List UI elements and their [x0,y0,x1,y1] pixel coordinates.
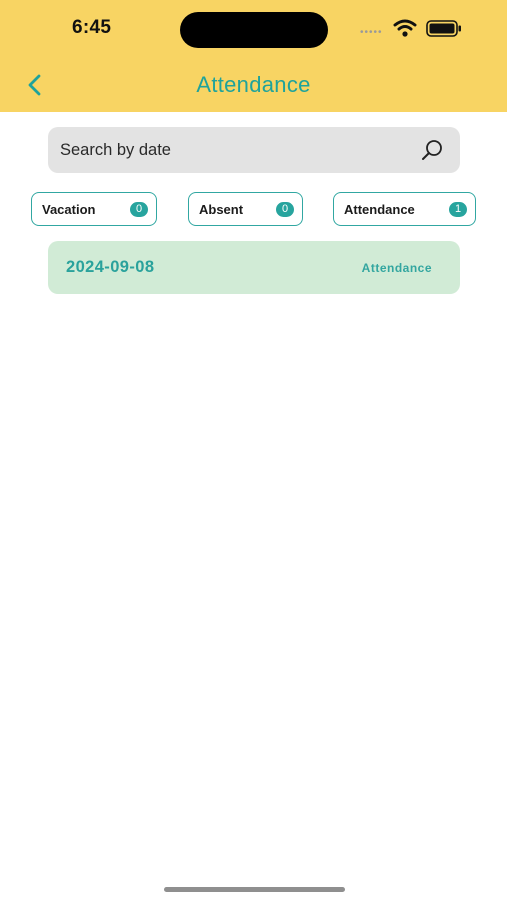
status-bar-time: 6:45 [72,17,112,38]
filter-count-badge: 0 [130,202,148,217]
search-placeholder: Search by date [60,141,171,159]
search-by-date-field[interactable]: Search by date [48,127,460,173]
home-indicator[interactable] [164,887,345,892]
filter-label: Attendance [344,202,415,217]
filter-label: Absent [199,202,244,217]
filter-chip-vacation[interactable]: Vacation 0 [31,192,157,226]
battery-icon [426,20,461,37]
attendance-record-row[interactable]: 2024-09-08 Attendance [48,241,460,294]
dynamic-island [180,12,328,48]
app-header: 6:45 ••••• Attendance [0,0,507,112]
filter-count-badge: 0 [276,202,294,217]
filter-count-badge: 1 [449,202,467,217]
filter-chip-attendance[interactable]: Attendance 1 [333,192,476,226]
wifi-icon [393,19,417,37]
page-title: Attendance [196,72,311,97]
filter-chip-absent[interactable]: Absent 0 [188,192,303,226]
search-icon[interactable] [420,138,444,162]
record-date: 2024-09-08 [66,258,155,276]
cellular-signal-icon: ••••• [360,27,383,38]
record-status: Attendance [361,261,432,275]
filter-label: Vacation [42,202,96,217]
